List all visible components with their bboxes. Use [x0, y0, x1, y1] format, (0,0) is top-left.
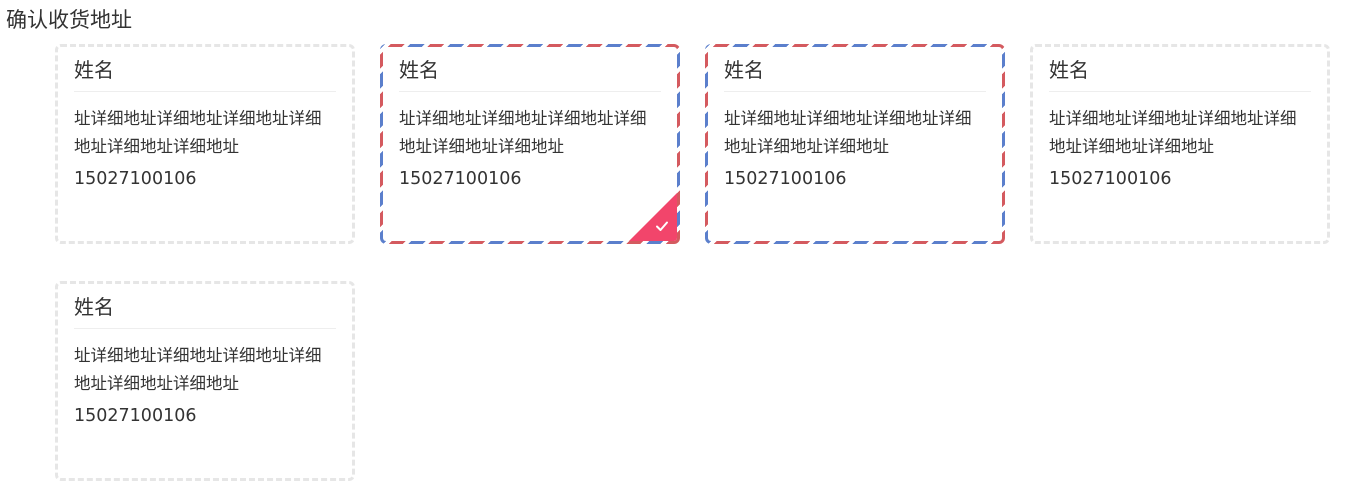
address-card-address: 址详细地址详细地址详细地址详细地址详细地址详细地址: [724, 109, 972, 156]
address-card-phone: 15027100106: [74, 406, 197, 426]
address-card[interactable]: 姓名 址详细地址详细地址详细地址详细地址详细地址详细地址 15027100106: [705, 44, 1005, 244]
address-card-selected[interactable]: 姓名 址详细地址详细地址详细地址详细地址详细地址详细地址 15027100106: [380, 44, 680, 244]
address-card-phone: 15027100106: [399, 169, 522, 189]
address-card[interactable]: 姓名 址详细地址详细地址详细地址详细地址详细地址详细地址 15027100106: [55, 281, 355, 481]
address-card-phone: 15027100106: [724, 169, 847, 189]
page-title: 确认收货地址: [6, 8, 132, 32]
address-card-name: 姓名: [74, 292, 336, 329]
address-card-phone: 15027100106: [74, 169, 197, 189]
address-card-name: 姓名: [724, 55, 986, 92]
address-card-address: 址详细地址详细地址详细地址详细地址详细地址详细地址: [1049, 109, 1297, 156]
address-card-name: 姓名: [1049, 55, 1311, 92]
address-card-name: 姓名: [399, 55, 661, 92]
address-card-address: 址详细地址详细地址详细地址详细地址详细地址详细地址: [74, 109, 322, 156]
address-card-name: 姓名: [74, 55, 336, 92]
address-card-address: 址详细地址详细地址详细地址详细地址详细地址详细地址: [74, 346, 322, 393]
address-card-phone: 15027100106: [1049, 169, 1172, 189]
address-card[interactable]: 姓名 址详细地址详细地址详细地址详细地址详细地址详细地址 15027100106: [55, 44, 355, 244]
check-icon: [656, 221, 668, 231]
address-card-address: 址详细地址详细地址详细地址详细地址详细地址详细地址: [399, 109, 647, 156]
selected-badge: [629, 193, 677, 241]
address-card[interactable]: 姓名 址详细地址详细地址详细地址详细地址详细地址详细地址 15027100106: [1030, 44, 1330, 244]
